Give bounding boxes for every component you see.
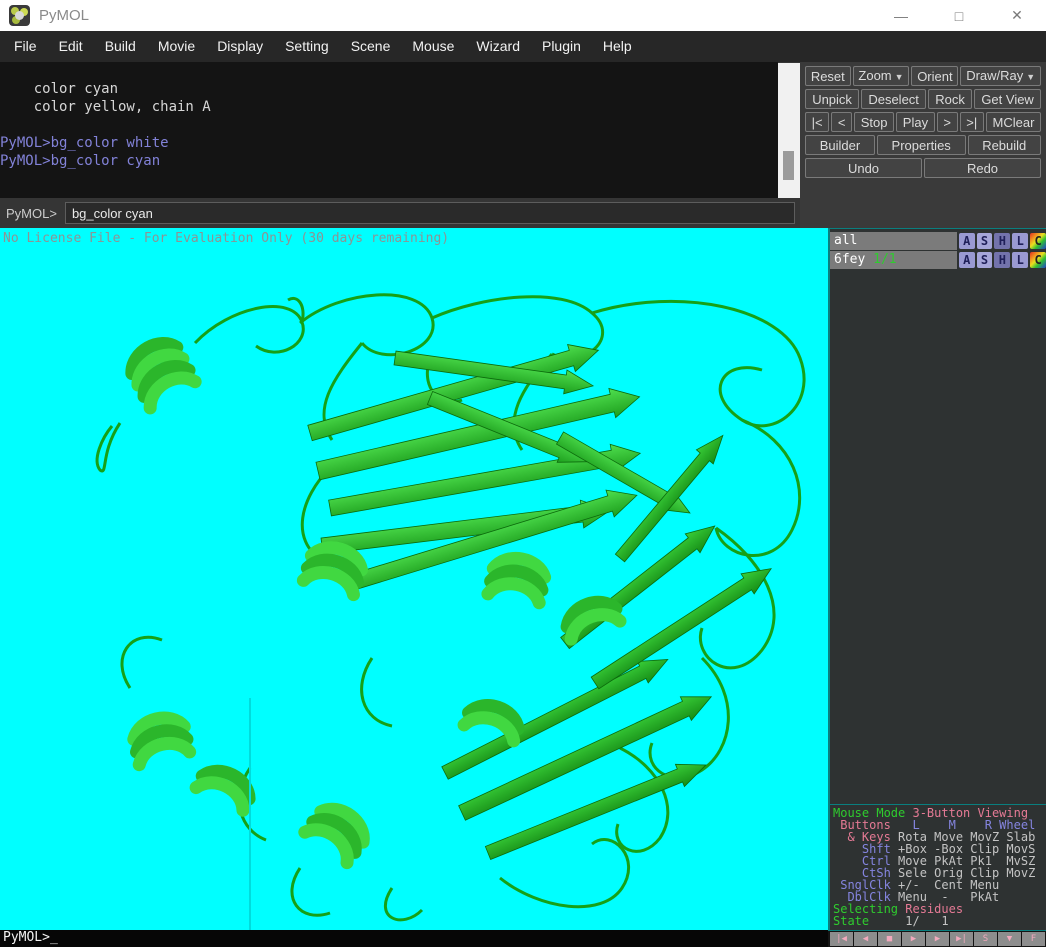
mouse-panel-line: State 1/ 1 (833, 915, 1046, 927)
get-view-button[interactable]: Get View (974, 89, 1041, 109)
toolbar-row: ResetZoom▼OrientDraw/Ray▼ (804, 65, 1042, 87)
toolbar-row: |<<StopPlay>>|MClear (804, 111, 1042, 133)
properties-button[interactable]: Properties (877, 135, 966, 155)
player-fullscreen-button[interactable]: F (1022, 932, 1045, 946)
stop-button[interactable]: Stop (854, 112, 894, 132)
player-go-start-button[interactable]: |◀ (830, 932, 853, 946)
history-line: PyMOL>bg_color white (0, 134, 778, 152)
undo-button[interactable]: Undo (805, 158, 922, 178)
builder-button[interactable]: Builder (805, 135, 875, 155)
menu-item-movie[interactable]: Movie (147, 31, 206, 62)
play-button[interactable]: Play (896, 112, 935, 132)
object-a-button[interactable]: A (959, 233, 975, 249)
history-line: PyMOL>bg_color cyan (0, 152, 778, 170)
object-s-button[interactable]: S (977, 233, 993, 249)
close-button[interactable]: ✕ (988, 0, 1046, 31)
command-input[interactable] (65, 202, 795, 224)
player-go-end-button[interactable]: ▶| (950, 932, 973, 946)
scrollbar-thumb[interactable] (783, 151, 794, 180)
history-line (0, 116, 778, 134)
--button[interactable]: < (831, 112, 852, 132)
object-name[interactable]: 6fey 1/1 (830, 251, 957, 269)
menu-item-file[interactable]: File (3, 31, 48, 62)
mclear-button[interactable]: MClear (986, 112, 1041, 132)
--button[interactable]: |< (805, 112, 829, 132)
menu-bar: FileEditBuildMovieDisplaySettingSceneMou… (0, 31, 1046, 62)
movie-player-controls: |◀◀■▶▶▶|S▼F (828, 930, 1046, 947)
console-panel: color cyan color yellow, chain A PyMOL>b… (0, 62, 800, 228)
player-dropdown-button[interactable]: ▼ (998, 932, 1021, 946)
menu-item-wizard[interactable]: Wizard (465, 31, 531, 62)
command-history[interactable]: color cyan color yellow, chain A PyMOL>b… (0, 62, 778, 198)
redo-button[interactable]: Redo (924, 158, 1041, 178)
command-input-row: PyMOL> (0, 198, 800, 228)
console-area: color cyan color yellow, chain A PyMOL>b… (0, 62, 1046, 228)
object-c-button[interactable]: C (1030, 252, 1046, 268)
viewport-3d[interactable]: No License File - For Evaluation Only (3… (0, 228, 828, 930)
minimize-button[interactable]: — (872, 0, 930, 31)
menu-item-display[interactable]: Display (206, 31, 274, 62)
orient-button[interactable]: Orient (911, 66, 958, 86)
object-h-button[interactable]: H (994, 233, 1010, 249)
molecule-render (0, 228, 828, 930)
unpick-button[interactable]: Unpick (805, 89, 859, 109)
object-row-6fey: 6fey 1/1ASHLC (830, 251, 1046, 269)
reset-button[interactable]: Reset (805, 66, 851, 86)
player-play-button[interactable]: ▶ (902, 932, 925, 946)
object-s-button[interactable]: S (977, 252, 993, 268)
pymol-window: PyMOL —□✕ FileEditBuildMovieDisplaySetti… (0, 0, 1046, 947)
player-scene-button[interactable]: S (974, 932, 997, 946)
menu-item-build[interactable]: Build (94, 31, 147, 62)
toolbar-row: BuilderPropertiesRebuild (804, 134, 1042, 156)
status-prompt: PyMOL>_ (0, 930, 828, 947)
object-row-all: allASHLC (830, 232, 1046, 250)
object-list: allASHLC6fey 1/1ASHLC (830, 229, 1046, 270)
object-l-button[interactable]: L (1012, 233, 1028, 249)
zoom-button[interactable]: Zoom▼ (853, 66, 910, 86)
maximize-button[interactable]: □ (930, 0, 988, 31)
draw-ray-button[interactable]: Draw/Ray▼ (960, 66, 1041, 86)
object-name[interactable]: all (830, 232, 957, 250)
pymol-logo-icon (9, 5, 30, 26)
window-title: PyMOL (39, 7, 89, 24)
history-scrollbar[interactable] (778, 63, 800, 198)
mouse-mode-panel[interactable]: Mouse Mode 3-Button Viewing Buttons L M … (830, 804, 1046, 930)
viewport-artifact-line (249, 698, 251, 930)
player-stop-button[interactable]: ■ (878, 932, 901, 946)
menu-item-edit[interactable]: Edit (48, 31, 94, 62)
menu-item-scene[interactable]: Scene (340, 31, 402, 62)
title-bar: PyMOL —□✕ (0, 0, 1046, 31)
object-l-button[interactable]: L (1012, 252, 1028, 268)
toolbar-row: UnpickDeselectRockGet View (804, 88, 1042, 110)
player-step-forward-button[interactable]: ▶ (926, 932, 949, 946)
deselect-button[interactable]: Deselect (861, 89, 926, 109)
menu-item-plugin[interactable]: Plugin (531, 31, 592, 62)
toolbar-panel: ResetZoom▼OrientDraw/Ray▼UnpickDeselectR… (800, 62, 1046, 228)
license-banner: No License File - For Evaluation Only (3… (3, 231, 449, 246)
main-area: No License File - For Evaluation Only (3… (0, 228, 1046, 930)
rock-button[interactable]: Rock (928, 89, 972, 109)
menu-item-help[interactable]: Help (592, 31, 643, 62)
player-step-back-button[interactable]: ◀ (854, 932, 877, 946)
--button[interactable]: > (937, 112, 958, 132)
menu-item-mouse[interactable]: Mouse (401, 31, 465, 62)
bottom-bar: PyMOL>_ |◀◀■▶▶▶|S▼F (0, 930, 1046, 947)
right-sidebar: allASHLC6fey 1/1ASHLC Mouse Mode 3-Butto… (828, 228, 1046, 930)
menu-item-setting[interactable]: Setting (274, 31, 340, 62)
object-a-button[interactable]: A (959, 252, 975, 268)
object-c-button[interactable]: C (1030, 233, 1046, 249)
object-h-button[interactable]: H (994, 252, 1010, 268)
window-controls: —□✕ (872, 0, 1046, 31)
toolbar-row: UndoRedo (804, 157, 1042, 179)
history-line: color yellow, chain A (0, 98, 778, 116)
rebuild-button[interactable]: Rebuild (968, 135, 1041, 155)
prompt-label: PyMOL> (0, 206, 65, 221)
history-line: color cyan (0, 80, 778, 98)
--button[interactable]: >| (960, 112, 984, 132)
